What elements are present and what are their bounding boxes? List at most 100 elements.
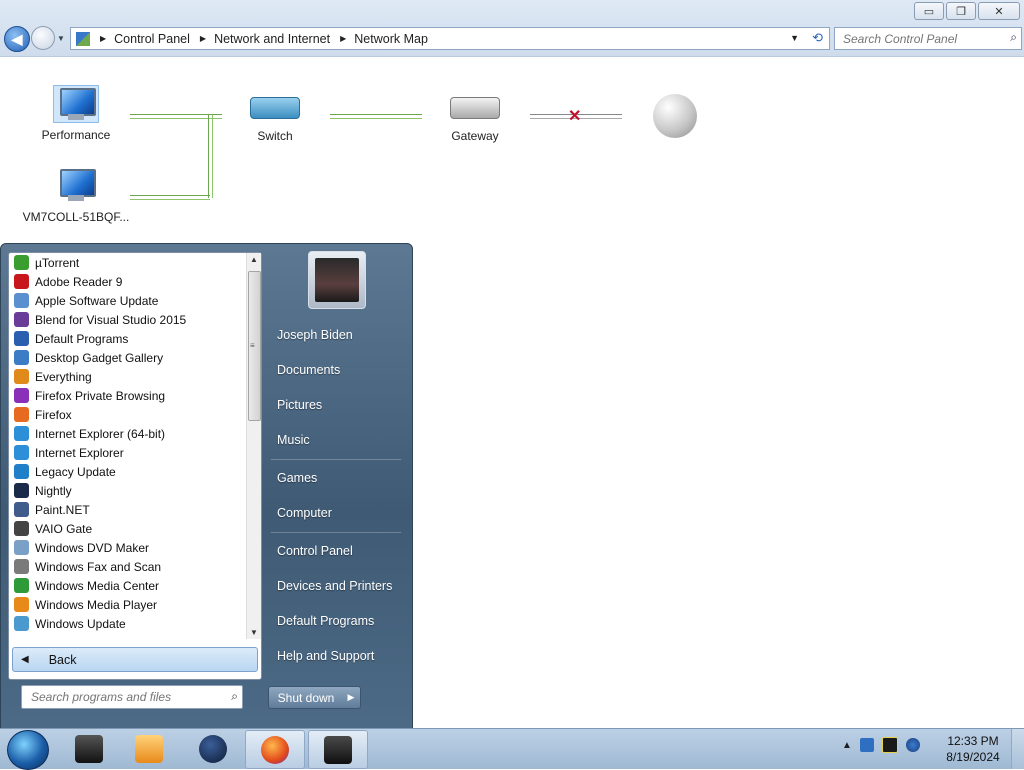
program-item[interactable]: µTorrent	[9, 253, 245, 272]
battery-icon[interactable]	[881, 737, 898, 753]
start-item-user[interactable]: Joseph Biden	[277, 328, 353, 342]
program-item[interactable]: Apple Software Update	[9, 291, 245, 310]
action-center-icon[interactable]	[859, 738, 874, 752]
breadcrumb-network-and-internet[interactable]: Network and Internet	[214, 32, 330, 46]
divider	[271, 459, 401, 460]
gateway-icon	[450, 97, 500, 119]
clock[interactable]: 12:33 PM 8/19/2024	[932, 733, 1014, 765]
program-item[interactable]: Legacy Update	[9, 462, 245, 481]
media-player-icon	[135, 734, 163, 763]
node-gateway-label: Gateway	[451, 129, 499, 143]
start-item-devices-and-printers[interactable]: Devices and Printers	[277, 579, 392, 593]
program-label: Paint.NET	[35, 502, 90, 517]
node-gateway[interactable]: Gateway	[445, 89, 505, 143]
divider	[271, 532, 401, 533]
program-item[interactable]: Blend for Visual Studio 2015	[9, 310, 245, 329]
back-arrow-icon[interactable]: ◀	[4, 26, 30, 52]
program-label: Windows Media Center	[35, 578, 160, 593]
start-search-input[interactable]	[29, 689, 218, 705]
address-bar[interactable]: ▶ Control Panel ▶ Network and Internet ▶…	[70, 27, 830, 50]
connection-line	[130, 114, 210, 119]
program-label: Windows Update	[35, 616, 126, 631]
taskbar-app-firefox[interactable]	[245, 730, 305, 769]
programs-pane: µTorrent Adobe Reader 9 Apple Software Upd…	[8, 252, 262, 680]
program-item[interactable]: Windows Update	[9, 614, 245, 633]
program-item[interactable]: Firefox Private Browsing	[9, 386, 245, 405]
node-performance[interactable]: Performance	[36, 85, 116, 142]
internet-globe-icon	[653, 94, 697, 138]
firefox-icon	[261, 735, 289, 764]
breadcrumb-separator-icon[interactable]: ▶	[200, 34, 206, 43]
program-icon	[14, 502, 29, 517]
start-item-music[interactable]: Music	[277, 433, 310, 447]
search-icon[interactable]: ⌕	[1010, 30, 1017, 45]
taskbar-app-media-player[interactable]	[120, 730, 178, 767]
start-item-pictures[interactable]: Pictures	[277, 398, 322, 412]
minimize-button[interactable]: ▭	[914, 2, 944, 20]
address-dropdown-icon[interactable]: ▼	[790, 33, 799, 43]
search-input[interactable]	[841, 30, 1000, 47]
search-icon[interactable]: ⌕	[231, 689, 238, 704]
clock-date: 8/19/2024	[946, 750, 1000, 764]
program-item[interactable]: Everything	[9, 367, 245, 386]
control-panel-search[interactable]: ⌕	[834, 27, 1022, 50]
program-item[interactable]: Windows Fax and Scan	[9, 557, 245, 576]
close-button[interactable]: ✕	[978, 2, 1020, 20]
restore-button[interactable]: ❐	[946, 2, 976, 20]
start-search-box[interactable]: ⌕	[21, 685, 243, 709]
program-item[interactable]: Windows DVD Maker	[9, 538, 245, 557]
breadcrumb-separator-icon[interactable]: ▶	[340, 34, 346, 43]
taskbar-app-network-map[interactable]	[308, 730, 368, 769]
node-switch[interactable]: Switch	[245, 89, 305, 143]
program-item[interactable]: VAIO Gate	[9, 519, 245, 538]
start-item-help-and-support[interactable]: Help and Support	[277, 649, 374, 663]
scroll-up-icon[interactable]: ▲	[250, 255, 258, 264]
program-label: Windows Media Player	[35, 597, 158, 612]
user-picture[interactable]	[308, 251, 366, 309]
node-vm[interactable]: VM7COLL-51BQF...	[20, 167, 132, 224]
start-item-default-programs[interactable]: Default Programs	[277, 614, 374, 628]
shutdown-options-arrow-icon[interactable]: ▶	[342, 686, 361, 709]
scroll-down-icon[interactable]: ▼	[250, 628, 258, 637]
start-item-games[interactable]: Games	[277, 471, 317, 485]
start-item-documents[interactable]: Documents	[277, 363, 340, 377]
taskbar-app-vaio[interactable]	[60, 730, 118, 767]
breadcrumb-network-map[interactable]: Network Map	[354, 32, 428, 46]
forward-arrow-icon[interactable]	[31, 26, 55, 50]
program-item[interactable]: Internet Explorer (64-bit)	[9, 424, 245, 443]
program-label: Legacy Update	[35, 464, 116, 479]
breadcrumb-control-panel[interactable]: Control Panel	[114, 32, 190, 46]
show-desktop-button[interactable]	[1011, 729, 1024, 769]
node-internet[interactable]	[653, 94, 697, 138]
program-icon	[14, 255, 29, 270]
start-item-control-panel[interactable]: Control Panel	[277, 544, 353, 558]
refresh-icon[interactable]: ⟲	[812, 30, 823, 46]
programs-scrollbar[interactable]: ▲ ≡ ▼	[246, 253, 261, 639]
program-icon	[14, 350, 29, 365]
shutdown-button[interactable]: Shut down	[268, 686, 344, 709]
program-item[interactable]: Windows Media Player	[9, 595, 245, 614]
program-item[interactable]: Paint.NET	[9, 500, 245, 519]
program-item[interactable]: Internet Explorer	[9, 443, 245, 462]
program-item[interactable]: Adobe Reader 9	[9, 272, 245, 291]
program-icon	[14, 540, 29, 555]
program-item[interactable]: Default Programs	[9, 329, 245, 348]
show-hidden-icons-icon[interactable]: ▲	[842, 740, 852, 751]
program-item[interactable]: Nightly	[9, 481, 245, 500]
breadcrumb-separator-icon[interactable]: ▶	[100, 34, 106, 43]
network-icon[interactable]	[905, 738, 920, 752]
taskbar-app-nightly[interactable]	[184, 730, 242, 767]
recent-pages-dropdown-icon[interactable]: ▼	[57, 34, 65, 43]
back-button[interactable]: ◀ Back	[12, 647, 258, 672]
program-icon	[14, 369, 29, 384]
connection-line	[208, 114, 213, 198]
computer-icon	[54, 167, 98, 203]
program-item[interactable]: Windows Media Center	[9, 576, 245, 595]
program-icon	[14, 578, 29, 593]
start-item-computer[interactable]: Computer	[277, 506, 332, 520]
program-item[interactable]: Firefox	[9, 405, 245, 424]
connection-line	[210, 114, 222, 119]
start-orb-button[interactable]	[7, 730, 49, 770]
connection-line	[130, 195, 210, 200]
program-item[interactable]: Desktop Gadget Gallery	[9, 348, 245, 367]
